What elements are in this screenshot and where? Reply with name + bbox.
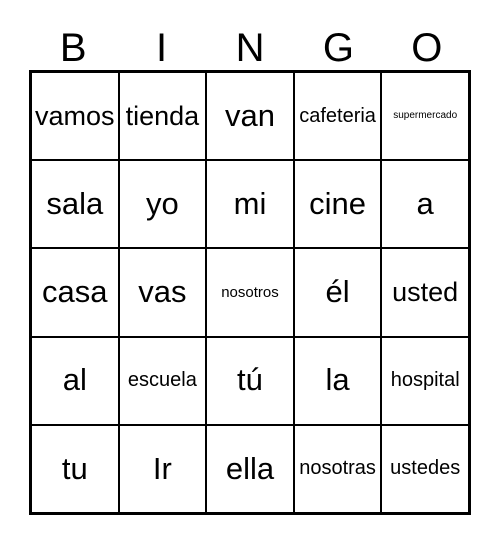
bingo-cell[interactable]: Ir — [117, 425, 206, 513]
bingo-row: casa vas nosotros él usted — [32, 247, 468, 336]
bingo-cell-label: cine — [309, 186, 367, 222]
bingo-cell[interactable]: tú — [205, 337, 293, 424]
bingo-header-letter-n: N — [235, 26, 265, 70]
bingo-grid: vamos tienda van cafeteria supermercado … — [29, 70, 471, 515]
bingo-cell-label: él — [325, 274, 350, 310]
bingo-cell-label: tú — [237, 362, 263, 398]
bingo-cell[interactable]: casa — [32, 249, 118, 336]
bingo-cell-label: vamos — [35, 100, 115, 131]
bingo-cell[interactable]: mi — [205, 161, 293, 248]
bingo-cell[interactable]: vas — [117, 249, 206, 336]
bingo-cell[interactable]: él — [292, 249, 381, 336]
bingo-cell-label: usted — [392, 277, 459, 308]
bingo-cell[interactable]: hospital — [380, 337, 468, 424]
bingo-cell-label: tienda — [125, 100, 200, 131]
bingo-header-letter-g: G — [322, 26, 354, 70]
bingo-cell[interactable]: supermercado — [380, 73, 468, 160]
bingo-row: vamos tienda van cafeteria supermercado — [32, 73, 468, 160]
bingo-cell-label: cafeteria — [299, 104, 376, 127]
bingo-cell[interactable]: usted — [380, 249, 468, 336]
bingo-header-row: B I N G O — [29, 22, 471, 70]
bingo-cell-label: yo — [146, 186, 179, 222]
bingo-cell[interactable]: la — [292, 337, 381, 424]
bingo-header-letter-o: O — [411, 26, 443, 70]
bingo-cell[interactable]: nosotras — [292, 425, 381, 513]
bingo-cell[interactable]: tienda — [117, 73, 206, 160]
bingo-cell-label: Ir — [152, 450, 172, 486]
bingo-cell-label: ustedes — [390, 457, 461, 480]
bingo-row: sala yo mi cine a — [32, 159, 468, 248]
bingo-row: al escuela tú la hospital — [32, 335, 468, 424]
bingo-cell-label: van — [224, 97, 275, 133]
bingo-cell-label: ella — [225, 450, 275, 486]
bingo-cell[interactable]: van — [205, 73, 293, 160]
bingo-cell-label: supermercado — [393, 109, 458, 121]
bingo-cell-label: tu — [61, 450, 88, 486]
bingo-cell[interactable]: escuela — [117, 337, 206, 424]
bingo-header-letter-i: I — [156, 26, 168, 70]
bingo-row: tu Ir ella nosotras ustedes — [32, 423, 468, 513]
bingo-cell-label: casa — [42, 274, 108, 310]
bingo-cell-label: la — [325, 362, 350, 398]
bingo-cell-label: nosotras — [299, 457, 376, 480]
bingo-cell[interactable]: tu — [32, 425, 118, 513]
bingo-cell[interactable]: vamos — [32, 73, 118, 160]
bingo-header-letter-b: B — [59, 26, 87, 70]
bingo-cell-label: vas — [138, 274, 187, 310]
bingo-cell[interactable]: sala — [32, 161, 118, 248]
bingo-card: B I N G O vamos tienda van cafeteria sup… — [0, 0, 501, 544]
bingo-cell[interactable]: ustedes — [380, 425, 468, 513]
bingo-cell[interactable]: yo — [117, 161, 206, 248]
bingo-cell-label: mi — [233, 186, 267, 222]
bingo-cell-label: sala — [46, 186, 104, 222]
bingo-cell-label: hospital — [390, 369, 460, 392]
bingo-cell-label: escuela — [127, 369, 197, 392]
bingo-cell[interactable]: ella — [205, 425, 293, 513]
bingo-cell[interactable]: cafeteria — [292, 73, 381, 160]
bingo-cell[interactable]: a — [380, 161, 468, 248]
bingo-cell-label: a — [416, 186, 434, 222]
bingo-cell-label: nosotros — [221, 283, 279, 301]
bingo-cell[interactable]: nosotros — [205, 249, 293, 336]
bingo-cell[interactable]: al — [32, 337, 118, 424]
bingo-cell[interactable]: cine — [292, 161, 381, 248]
bingo-cell-label: al — [62, 362, 87, 398]
